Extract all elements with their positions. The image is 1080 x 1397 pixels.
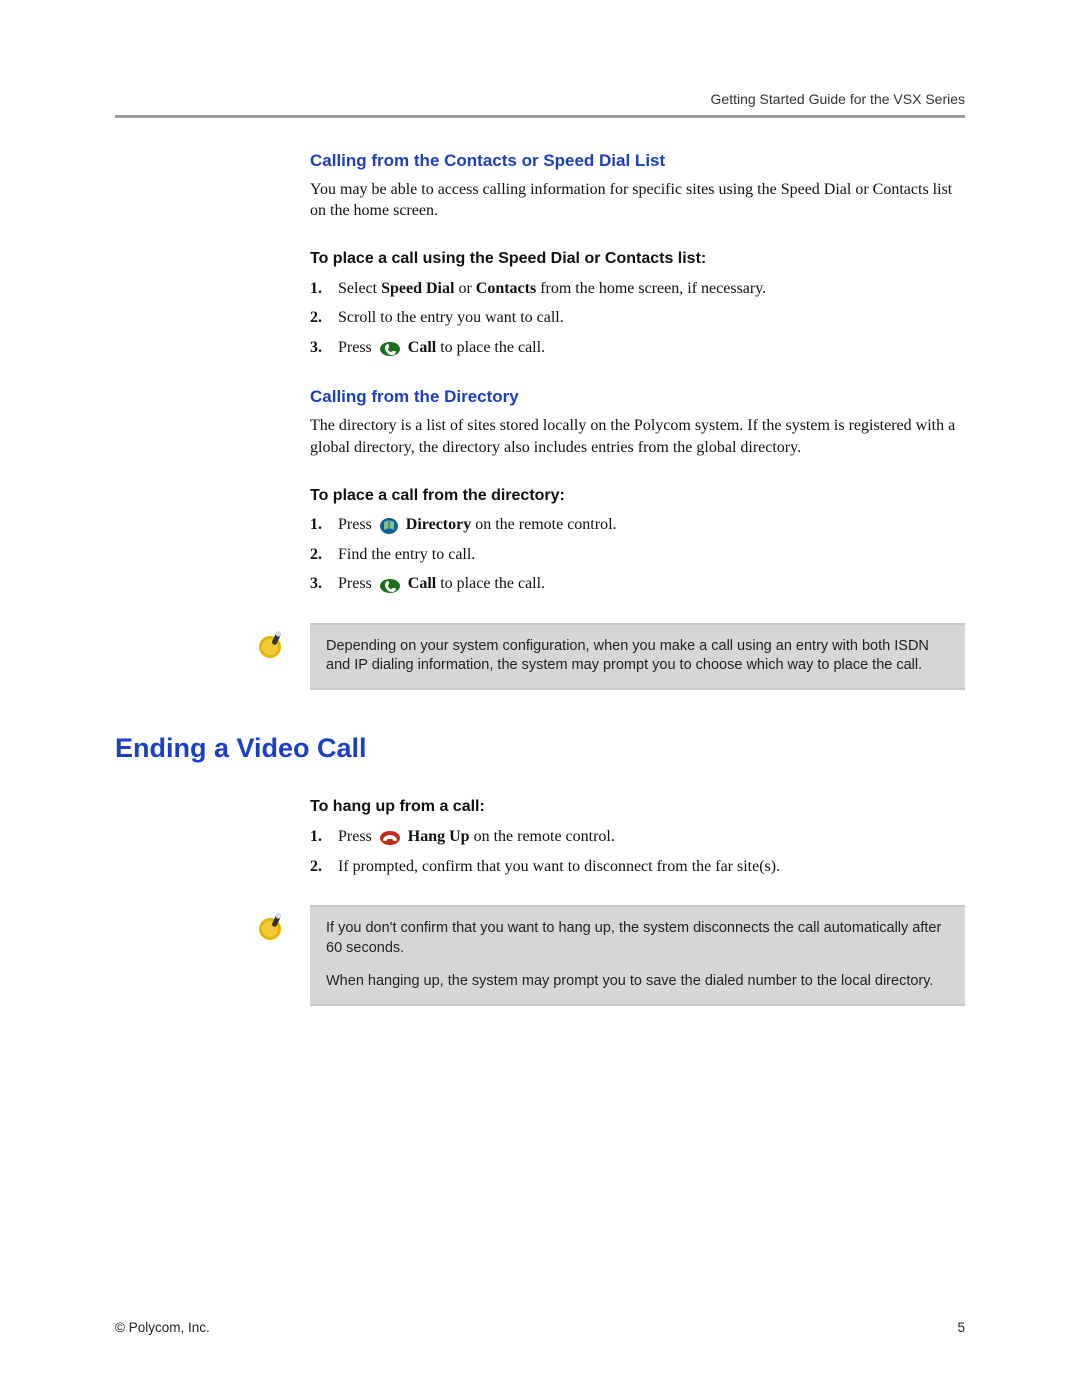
step-text: or	[454, 280, 475, 297]
step-text: Select	[338, 280, 381, 297]
step-bold: Contacts	[476, 280, 536, 297]
note-box: If you don't confirm that you want to ha…	[310, 905, 965, 1006]
note-icon	[255, 623, 310, 659]
note-box: Depending on your system configuration, …	[310, 623, 965, 690]
step-text: Press	[338, 516, 376, 533]
step-bold: Hang Up	[408, 828, 470, 845]
step-item: Press Call to place the call.	[310, 573, 965, 595]
step-bold: Call	[408, 575, 436, 592]
step-item: Find the entry to call.	[310, 544, 965, 566]
howto-title: To hang up from a call:	[310, 796, 965, 818]
howto-title: To place a call using the Speed Dial or …	[310, 248, 965, 270]
section-intro: You may be able to access calling inform…	[310, 179, 965, 222]
step-text: on the remote control.	[471, 516, 616, 533]
step-text: to place the call.	[436, 339, 545, 356]
step-text: Press	[338, 575, 376, 592]
note-block: If you don't confirm that you want to ha…	[255, 905, 965, 1006]
running-header: Getting Started Guide for the VSX Series	[115, 90, 965, 109]
note-block: Depending on your system configuration, …	[255, 623, 965, 690]
step-item: Scroll to the entry you want to call.	[310, 307, 965, 329]
page-number: 5	[957, 1319, 965, 1337]
step-text: to place the call.	[436, 575, 545, 592]
step-bold: Directory	[406, 516, 471, 533]
howto-steps: Select Speed Dial or Contacts from the h…	[310, 278, 965, 359]
section-intro: The directory is a list of sites stored …	[310, 415, 965, 458]
step-text: Press	[338, 339, 376, 356]
main-content: Calling from the Contacts or Speed Dial …	[310, 150, 965, 1006]
page-footer: © Polycom, Inc. 5	[115, 1319, 965, 1337]
note-text: If you don't confirm that you want to ha…	[326, 919, 949, 958]
note-icon	[255, 905, 310, 941]
step-text: on the remote control.	[470, 828, 615, 845]
step-bold: Speed Dial	[381, 280, 454, 297]
step-item: Press Call to place the call.	[310, 337, 965, 359]
step-item: If prompted, confirm that you want to di…	[310, 856, 965, 878]
section-title-contacts: Calling from the Contacts or Speed Dial …	[310, 150, 965, 173]
major-heading-ending-call: Ending a Video Call	[115, 730, 965, 766]
step-item: Press Directory on the remote control.	[310, 514, 965, 536]
note-text: When hanging up, the system may prompt y…	[326, 972, 949, 992]
step-text: from the home screen, if necessary.	[536, 280, 766, 297]
howto-steps: Press Hang Up on the remote control. If …	[310, 826, 965, 877]
footer-copyright: © Polycom, Inc.	[115, 1319, 210, 1337]
document-page: Getting Started Guide for the VSX Series…	[0, 0, 1080, 1397]
note-text: Depending on your system configuration, …	[326, 637, 949, 676]
directory-icon	[379, 517, 399, 535]
step-text: Press	[338, 828, 376, 845]
call-icon	[379, 341, 401, 357]
step-item: Select Speed Dial or Contacts from the h…	[310, 278, 965, 300]
step-bold: Call	[408, 339, 436, 356]
hang-up-icon	[379, 830, 401, 846]
step-item: Press Hang Up on the remote control.	[310, 826, 965, 848]
header-divider	[115, 115, 965, 118]
howto-steps: Press Directory on the remote control. F…	[310, 514, 965, 595]
call-icon	[379, 578, 401, 594]
section-title-directory: Calling from the Directory	[310, 386, 965, 409]
howto-title: To place a call from the directory:	[310, 485, 965, 507]
